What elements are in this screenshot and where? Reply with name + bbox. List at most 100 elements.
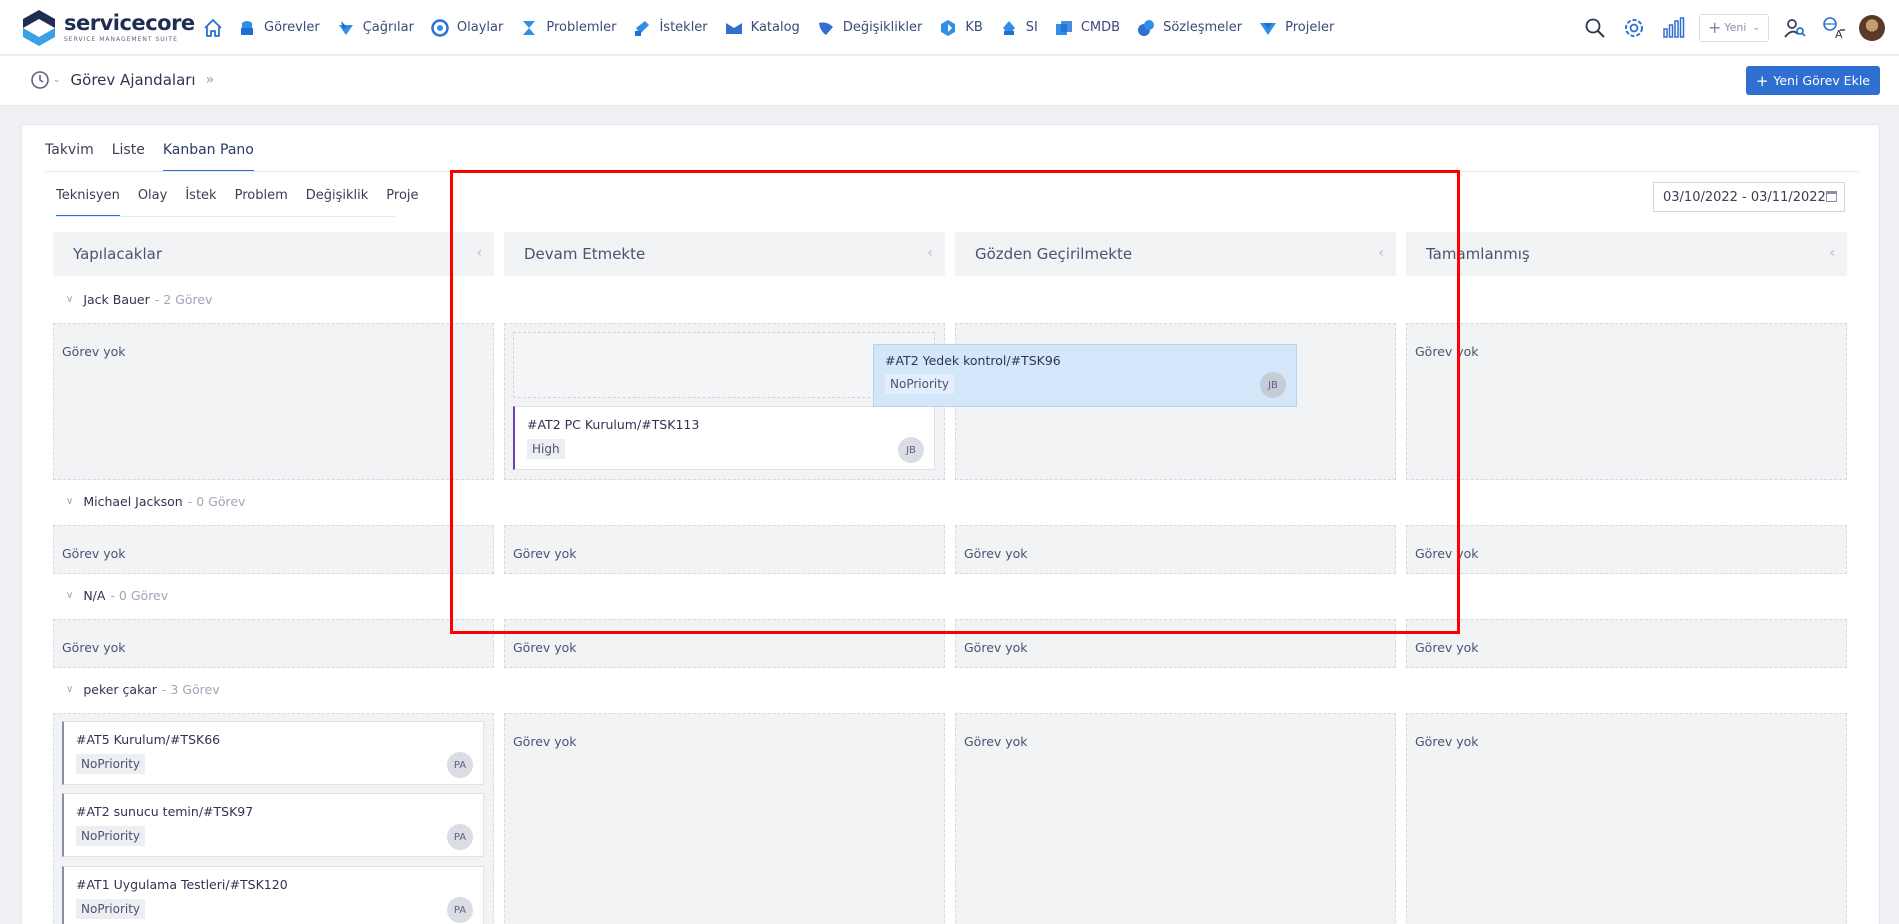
lane-peker-cakar-tamamlanmis[interactable]: Görev yok bbox=[1406, 713, 1847, 924]
swimlane-header-jack-bauer[interactable]: ∨ Jack Bauer - 2 Görev bbox=[66, 292, 212, 307]
add-task-button[interactable]: + Yeni Görev Ekle bbox=[1745, 66, 1880, 95]
language-translate-icon[interactable]: A bbox=[1821, 15, 1847, 41]
top-navigation: servicecore SERVICE MANAGEMENT SUITE Gör… bbox=[0, 0, 1899, 55]
filter-tab-istek[interactable]: İstek bbox=[185, 185, 216, 217]
column-title: Tamamlanmış bbox=[1426, 245, 1530, 263]
column-header-yapilacaklar: Yapılacaklar ‹ bbox=[53, 232, 494, 276]
page-header: ⌄ Görev Ajandaları » + Yeni Görev Ekle bbox=[0, 56, 1899, 106]
problems-icon bbox=[520, 19, 538, 37]
servicecore-logo-icon bbox=[23, 10, 55, 46]
chevron-down-icon: ∨ bbox=[66, 496, 74, 507]
search-icon[interactable] bbox=[1582, 15, 1608, 41]
priority-badge: NoPriority bbox=[76, 826, 146, 846]
nav-item-gorevler[interactable]: Görevler bbox=[238, 19, 320, 37]
nav-item-projeler[interactable]: Projeler bbox=[1259, 19, 1334, 37]
swimlane-count: - 3 Görev bbox=[161, 682, 220, 697]
catalog-icon bbox=[725, 19, 743, 37]
nav-item-sozlesmeler[interactable]: Sözleşmeler bbox=[1137, 19, 1242, 37]
nav-label: Katalog bbox=[750, 20, 800, 35]
empty-lane-label: Görev yok bbox=[964, 734, 1028, 749]
lane-na-gozden-gecirilmekte[interactable]: Görev yok bbox=[955, 619, 1396, 668]
settings-gear-icon[interactable] bbox=[1621, 15, 1647, 41]
nav-label: Projeler bbox=[1285, 20, 1335, 35]
task-title: #AT5 Kurulum/#TSK66 bbox=[76, 732, 221, 747]
swimlane-count: - 2 Görev bbox=[154, 292, 213, 307]
collapse-left-icon[interactable]: ‹ bbox=[1378, 245, 1384, 261]
swimlane-header-michael-jackson[interactable]: ∨ Michael Jackson - 0 Görev bbox=[66, 494, 245, 509]
user-search-icon[interactable] bbox=[1782, 15, 1808, 41]
brand-logo[interactable]: servicecore SERVICE MANAGEMENT SUITE bbox=[20, 9, 195, 47]
lane-peker-cakar-devam-etmekte[interactable]: Görev yok bbox=[504, 713, 945, 924]
nav-label: CMDB bbox=[1080, 20, 1121, 35]
nav-item-cagrilar[interactable]: Çağrılar bbox=[337, 19, 414, 37]
lane-jack-bauer-yapilacaklar[interactable]: Görev yok bbox=[53, 323, 494, 480]
nav-item-cmdb[interactable]: CMDB bbox=[1055, 19, 1120, 37]
lane-na-yapilacaklar[interactable]: Görev yok bbox=[53, 619, 494, 668]
lane-peker-cakar-yapilacaklar[interactable]: #AT5 Kurulum/#TSK66 NoPriority PA #AT2 s… bbox=[53, 713, 494, 924]
priority-badge: NoPriority bbox=[76, 754, 146, 774]
empty-lane-label: Görev yok bbox=[513, 546, 577, 561]
tabs-divider bbox=[45, 171, 1858, 172]
collapse-left-icon[interactable]: ‹ bbox=[927, 245, 933, 261]
nav-item-degisiklikler[interactable]: Değişiklikler bbox=[817, 19, 922, 37]
nav-item-si[interactable]: SI bbox=[1000, 19, 1038, 37]
swimlane-header-peker-cakar[interactable]: ∨ peker çakar - 3 Görev bbox=[66, 682, 220, 697]
task-card[interactable]: #AT2 sunucu temin/#TSK97 NoPriority PA bbox=[62, 793, 484, 857]
plus-icon: + bbox=[1755, 71, 1769, 90]
empty-lane-label: Görev yok bbox=[964, 546, 1028, 561]
lane-na-devam-etmekte[interactable]: Görev yok bbox=[504, 619, 945, 668]
swimlane-name: Jack Bauer bbox=[83, 292, 150, 307]
empty-lane-label: Görev yok bbox=[513, 734, 577, 749]
brand-tagline: SERVICE MANAGEMENT SUITE bbox=[64, 36, 178, 43]
history-clock-icon[interactable] bbox=[30, 70, 50, 90]
filter-tab-degisiklik[interactable]: Değişiklik bbox=[306, 185, 369, 217]
column-header-gozden-gecirilmekte: Gözden Geçirilmekte ‹ bbox=[955, 232, 1396, 276]
nav-item-kb[interactable]: KB bbox=[939, 19, 983, 37]
column-header-tamamlanmis: Tamamlanmış ‹ bbox=[1406, 232, 1847, 276]
tab-takvim[interactable]: Takvim bbox=[45, 139, 94, 172]
task-card[interactable]: #AT5 Kurulum/#TSK66 NoPriority PA bbox=[62, 721, 484, 785]
double-chevron-right-icon[interactable]: » bbox=[206, 72, 215, 88]
empty-lane-label: Görev yok bbox=[62, 640, 126, 655]
lane-michael-jackson-yapilacaklar[interactable]: Görev yok bbox=[53, 525, 494, 574]
nav-item-istekler[interactable]: İstekler bbox=[633, 19, 708, 37]
swimlane-count: - 0 Görev bbox=[187, 494, 246, 509]
requests-icon bbox=[633, 19, 651, 37]
lane-michael-jackson-gozden-gecirilmekte[interactable]: Görev yok bbox=[955, 525, 1396, 574]
chevron-down-icon[interactable]: ⌄ bbox=[53, 75, 61, 85]
filter-tab-olay[interactable]: Olay bbox=[138, 185, 168, 217]
lane-peker-cakar-gozden-gecirilmekte[interactable]: Görev yok bbox=[955, 713, 1396, 924]
task-card[interactable]: #AT1 Uygulama Testleri/#TSK120 NoPriorit… bbox=[62, 866, 484, 924]
nav-item-problemler[interactable]: Problemler bbox=[520, 19, 616, 37]
date-range-picker[interactable]: 03/10/2022 - 03/11/2022 bbox=[1653, 182, 1845, 212]
tasks-icon bbox=[238, 19, 256, 37]
dragging-task-card[interactable]: #AT2 Yedek kontrol/#TSK96 NoPriority JB bbox=[873, 344, 1297, 407]
filter-tab-proje[interactable]: Proje bbox=[386, 185, 418, 217]
reports-chart-icon[interactable] bbox=[1660, 15, 1686, 41]
priority-badge: NoPriority bbox=[885, 374, 955, 394]
contracts-icon bbox=[1137, 19, 1155, 37]
collapse-left-icon[interactable]: ‹ bbox=[476, 245, 482, 261]
home-icon[interactable] bbox=[202, 17, 224, 39]
swimlane-name: peker çakar bbox=[83, 682, 157, 697]
swimlane-header-na[interactable]: ∨ N/A - 0 Görev bbox=[66, 588, 168, 603]
filter-tab-teknisyen[interactable]: Teknisyen bbox=[56, 185, 120, 217]
lane-jack-bauer-tamamlanmis[interactable]: Görev yok bbox=[1406, 323, 1847, 480]
task-title: #AT2 Yedek kontrol/#TSK96 bbox=[885, 353, 1061, 368]
task-card[interactable]: #AT2 PC Kurulum/#TSK113 High JB bbox=[513, 406, 935, 470]
user-avatar[interactable] bbox=[1859, 14, 1885, 41]
filter-tab-problem[interactable]: Problem bbox=[235, 185, 288, 217]
nav-item-katalog[interactable]: Katalog bbox=[725, 19, 800, 37]
lane-michael-jackson-devam-etmekte[interactable]: Görev yok bbox=[504, 525, 945, 574]
tab-liste[interactable]: Liste bbox=[112, 139, 145, 172]
nav-item-olaylar[interactable]: Olaylar bbox=[431, 18, 503, 37]
new-dropdown-button[interactable]: + Yeni ⌄ bbox=[1698, 13, 1769, 42]
date-range-value: 03/10/2022 - 03/11/2022 bbox=[1663, 189, 1826, 205]
collapse-left-icon[interactable]: ‹ bbox=[1829, 245, 1835, 261]
lane-michael-jackson-tamamlanmis[interactable]: Görev yok bbox=[1406, 525, 1847, 574]
lane-na-tamamlanmis[interactable]: Görev yok bbox=[1406, 619, 1847, 668]
empty-lane-label: Görev yok bbox=[1415, 734, 1479, 749]
tab-kanban-pano[interactable]: Kanban Pano bbox=[162, 139, 254, 172]
empty-lane-label: Görev yok bbox=[1415, 344, 1479, 359]
plus-icon: + bbox=[1707, 18, 1722, 37]
